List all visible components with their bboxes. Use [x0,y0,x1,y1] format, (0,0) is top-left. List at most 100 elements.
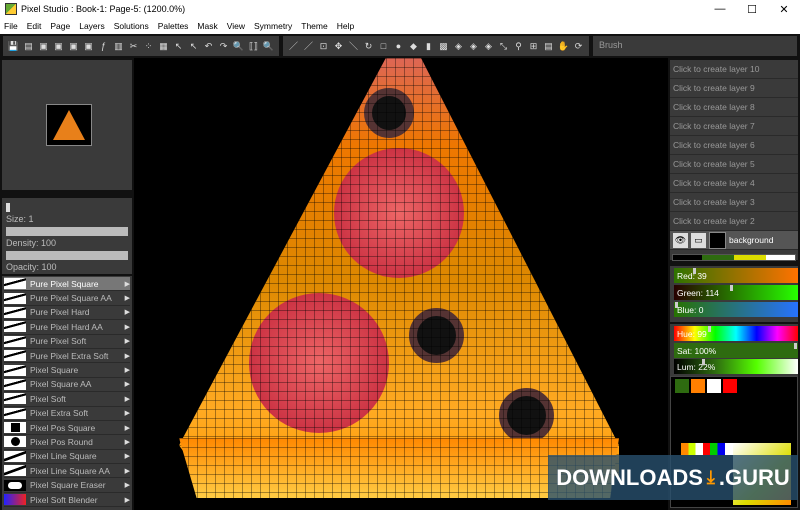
chevron-right-icon[interactable]: ▶ [125,409,130,417]
chevron-right-icon[interactable]: ▶ [125,366,130,374]
draw-tool-icon[interactable]: ◆ [407,40,420,53]
create-layer-button[interactable]: Click to create layer 7 [670,117,798,136]
chevron-right-icon[interactable]: ▶ [125,280,130,288]
eye-icon[interactable]: 👁 [673,232,688,248]
file-tool-icon[interactable]: ↖ [172,40,185,53]
draw-tool-icon[interactable]: ▮ [422,40,435,53]
chevron-right-icon[interactable]: ▶ [125,337,130,345]
chevron-right-icon[interactable]: ▶ [125,308,130,316]
menu-file[interactable]: File [4,21,18,31]
lum-slider[interactable]: Lum: 22% [674,359,798,374]
menu-solutions[interactable]: Solutions [114,21,149,31]
opacity-slider[interactable] [6,251,128,260]
chevron-right-icon[interactable]: ▶ [125,323,130,331]
brush-item[interactable]: Pixel Pos Round ▶ [4,435,130,450]
menu-edit[interactable]: Edit [27,21,42,31]
create-layer-button[interactable]: Click to create layer 2 [670,212,798,231]
draw-tool-icon[interactable]: ▤ [542,40,555,53]
brush-item[interactable]: Pixel Soft ▶ [4,392,130,407]
create-layer-button[interactable]: Click to create layer 10 [670,60,798,79]
chevron-right-icon[interactable]: ▶ [125,438,130,446]
file-tool-icon[interactable]: 🔍 [232,40,245,53]
file-tool-icon[interactable]: ▣ [37,40,50,53]
file-tool-icon[interactable]: ↶ [202,40,215,53]
draw-tool-icon[interactable]: ／ [302,40,315,53]
lock-icon[interactable]: ▭ [691,232,706,248]
drawing-canvas[interactable] [134,58,668,510]
brush-item[interactable]: Pixel Square Eraser ▶ [4,478,130,493]
draw-tool-icon[interactable]: ⟳ [572,40,585,53]
brush-item[interactable]: Pixel Pos Square ▶ [4,421,130,436]
chevron-right-icon[interactable]: ▶ [125,467,130,475]
file-tool-icon[interactable]: 🔍 [262,40,275,53]
green-slider[interactable]: Green: 114 [674,285,798,300]
file-tool-icon[interactable]: ↷ [217,40,230,53]
maximize-button[interactable]: ☐ [736,3,768,16]
draw-tool-icon[interactable]: ◈ [452,40,465,53]
draw-tool-icon[interactable]: ◈ [467,40,480,53]
preview-thumbnail[interactable] [46,104,92,146]
brush-item[interactable]: Pure Pixel Hard AA ▶ [4,320,130,335]
layer-background[interactable]: 👁 ▭ background [670,231,798,250]
draw-tool-icon[interactable]: ⚲ [512,40,525,53]
file-tool-icon[interactable]: ✂ [127,40,140,53]
menu-palettes[interactable]: Palettes [158,21,189,31]
blue-slider[interactable]: Blue: 0 [674,302,798,317]
brush-field[interactable]: Brush [593,36,797,56]
draw-tool-icon[interactable]: ✥ [332,40,345,53]
draw-tool-icon[interactable]: ／ [287,40,300,53]
chevron-right-icon[interactable]: ▶ [125,452,130,460]
brush-item[interactable]: Pixel Soft Blender ▶ [4,493,130,508]
brush-item[interactable]: Pixel Line Square AA ▶ [4,464,130,479]
menu-symmetry[interactable]: Symmetry [254,21,292,31]
brush-item[interactable]: Pixel Square ▶ [4,363,130,378]
menu-mask[interactable]: Mask [197,21,217,31]
draw-tool-icon[interactable]: □ [377,40,390,53]
menu-view[interactable]: View [227,21,245,31]
file-tool-icon[interactable]: ▣ [67,40,80,53]
menu-page[interactable]: Page [50,21,70,31]
draw-tool-icon[interactable]: ⤡ [497,40,510,53]
minimize-button[interactable]: — [704,3,736,16]
brush-item[interactable]: Pure Pixel Square ▶ [4,277,130,292]
size-slider[interactable] [6,203,10,212]
draw-tool-icon[interactable]: ＼ [347,40,360,53]
create-layer-button[interactable]: Click to create layer 8 [670,98,798,117]
create-layer-button[interactable]: Click to create layer 5 [670,155,798,174]
draw-tool-icon[interactable]: ↻ [362,40,375,53]
menu-theme[interactable]: Theme [301,21,327,31]
brush-item[interactable]: Pixel Extra Soft ▶ [4,407,130,421]
palette-swatch[interactable] [723,379,737,393]
palette-swatch[interactable] [675,379,689,393]
palette-swatch[interactable] [691,379,705,393]
brush-item[interactable]: Pure Pixel Extra Soft ▶ [4,349,130,364]
sat-slider[interactable]: Sat: 100% [674,343,798,358]
create-layer-button[interactable]: Click to create layer 6 [670,136,798,155]
chevron-right-icon[interactable]: ▶ [125,496,130,504]
chevron-right-icon[interactable]: ▶ [125,395,130,403]
draw-tool-icon[interactable]: ⊡ [317,40,330,53]
draw-tool-icon[interactable]: ✋ [557,40,570,53]
create-layer-button[interactable]: Click to create layer 4 [670,174,798,193]
brush-item[interactable]: Pixel Square AA ▶ [4,378,130,393]
brush-item[interactable]: Pure Pixel Hard ▶ [4,306,130,321]
red-slider[interactable]: Red: 39 [674,268,798,283]
file-tool-icon[interactable]: ⁘ [142,40,155,53]
chevron-right-icon[interactable]: ▶ [125,380,130,388]
color-gradient-bar[interactable] [672,254,796,261]
create-layer-button[interactable]: Click to create layer 9 [670,79,798,98]
file-tool-icon[interactable]: ↖ [187,40,200,53]
draw-tool-icon[interactable]: ▩ [437,40,450,53]
file-tool-icon[interactable]: ▥ [112,40,125,53]
chevron-right-icon[interactable]: ▶ [125,294,130,302]
file-tool-icon[interactable]: 💾 [7,40,20,53]
draw-tool-icon[interactable]: ⊞ [527,40,540,53]
menu-help[interactable]: Help [337,21,354,31]
chevron-right-icon[interactable]: ▶ [125,424,130,432]
palette-swatch[interactable] [707,379,721,393]
density-slider[interactable] [6,227,128,236]
chevron-right-icon[interactable]: ▶ [125,352,130,360]
file-tool-icon[interactable]: ▣ [82,40,95,53]
chevron-right-icon[interactable]: ▶ [125,481,130,489]
draw-tool-icon[interactable]: ● [392,40,405,53]
